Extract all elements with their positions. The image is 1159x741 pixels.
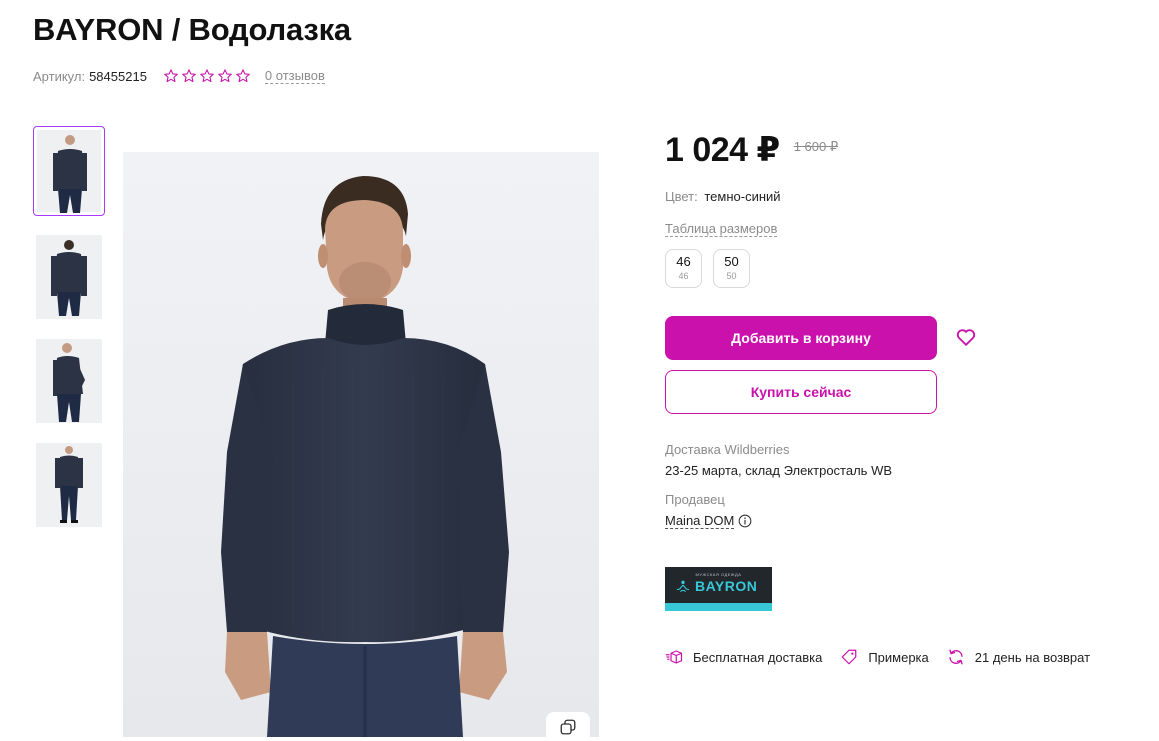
feature-label: 21 день на возврат	[974, 649, 1091, 665]
product-photo	[123, 152, 599, 737]
thumbnail-3[interactable]	[33, 336, 105, 426]
seller-info: Maina DOM	[665, 513, 752, 529]
star-icon	[164, 69, 178, 83]
brand-name: BAYRON	[695, 578, 758, 594]
feature-list: Бесплатная доставка Примерка 21 день на …	[665, 648, 1108, 666]
size-selector: 46 46 50 50	[665, 249, 750, 288]
tag-icon	[841, 649, 857, 665]
feature-fitting: Примерка	[840, 648, 929, 666]
brand-logo[interactable]: МУЖСКАЯ ОДЕЖДА BAYRON	[665, 567, 772, 611]
price-block: 1 024 ₽ 1 600 ₽	[665, 130, 838, 170]
star-icon	[218, 69, 232, 83]
color-info: Цвет: темно-синий	[665, 189, 781, 204]
size-label: 46	[676, 254, 691, 269]
color-value: темно-синий	[704, 189, 781, 204]
reviews-link[interactable]: 0 отзывов	[264, 68, 325, 84]
image-zoom-button[interactable]	[546, 712, 590, 741]
feature-free-delivery: Бесплатная доставка	[665, 648, 822, 666]
product-meta: Артикул: 58455215 0 отзывов	[33, 68, 325, 84]
feature-label: Бесплатная доставка	[693, 649, 823, 665]
brand-subtitle: МУЖСКАЯ ОДЕЖДА	[695, 572, 742, 577]
delivery-date: 23-25 марта, склад Электросталь WB	[665, 463, 893, 478]
feature-label: Примерка	[868, 649, 929, 665]
color-label: Цвет:	[665, 189, 698, 204]
size-label: 50	[724, 254, 739, 269]
meditation-icon	[676, 580, 690, 593]
sku-value[interactable]: 58455215	[89, 69, 147, 84]
thumbnail-image	[53, 135, 87, 213]
feature-return: 21 день на возврат	[947, 648, 1090, 666]
size-option-46[interactable]: 46 46	[665, 249, 702, 288]
thumbnail-image	[51, 240, 87, 316]
sku-label: Артикул:	[33, 68, 86, 84]
main-product-image[interactable]	[123, 152, 599, 737]
refresh-icon	[949, 649, 963, 665]
size-table-link[interactable]: Таблица размеров	[665, 221, 778, 237]
star-icon	[200, 69, 214, 83]
star-icon	[182, 69, 196, 83]
box-icon	[665, 650, 683, 664]
old-price: 1 600 ₽	[793, 139, 839, 154]
size-option-50[interactable]: 50 50	[713, 249, 750, 288]
thumbnail-image	[55, 446, 83, 523]
thumbnail-2[interactable]	[33, 232, 105, 322]
delivery-label: Доставка Wildberries	[665, 442, 790, 457]
current-price: 1 024 ₽	[665, 131, 780, 169]
thumbnail-1[interactable]	[33, 126, 105, 216]
size-ru-label: 50	[726, 271, 737, 281]
rating-stars	[163, 68, 251, 84]
product-title: BAYRON / Водолазка	[33, 12, 351, 47]
buy-now-button[interactable]: Купить сейчас	[665, 370, 937, 414]
thumbnail-4[interactable]	[33, 440, 105, 530]
star-icon	[236, 69, 250, 83]
heart-icon[interactable]	[955, 326, 977, 348]
info-icon[interactable]	[738, 514, 752, 528]
copy-icon	[560, 719, 576, 734]
size-ru-label: 46	[678, 271, 689, 281]
add-to-cart-button[interactable]: Добавить в корзину	[665, 316, 937, 360]
thumbnail-image	[53, 343, 85, 422]
seller-label: Продавец	[665, 492, 725, 507]
seller-link[interactable]: Maina DOM	[665, 513, 735, 529]
